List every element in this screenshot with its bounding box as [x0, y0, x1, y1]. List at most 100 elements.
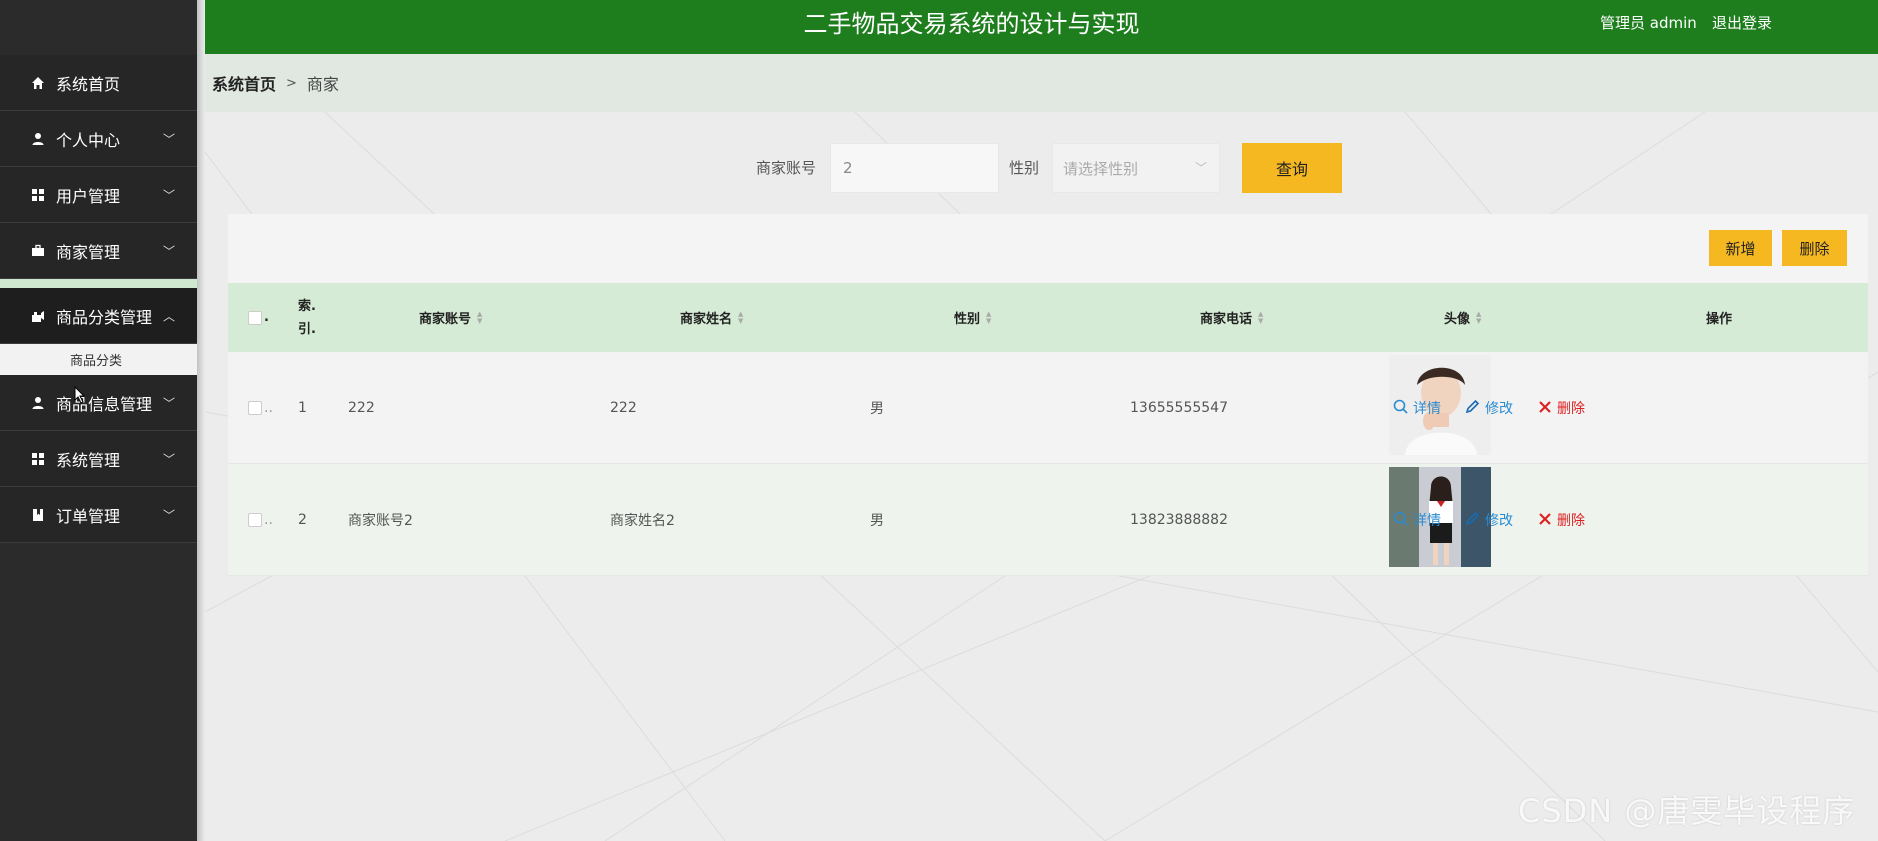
chevron-down-icon: ﹀ [162, 244, 175, 258]
table-row: .. 1 222 222 男 13655555547 详情 修改 删除 [228, 352, 1868, 464]
col-avatar-label: 头像 [1444, 312, 1471, 327]
chevron-down-icon: ﹀ [1194, 161, 1207, 175]
table-header: . 索. 引. 商家账号 ▲ ▼ 商家姓名 ▲ ▼ 性别 ▲ ▼ 商家电话 ▲ ▼ 头像… [228, 283, 1868, 352]
cell-index: 2 [298, 512, 307, 528]
cell-gender: 男 [870, 513, 884, 529]
delete-label: 删除 [1557, 401, 1585, 417]
briefcase-icon [30, 243, 46, 259]
cell-name: 商家姓名2 [610, 513, 675, 529]
edit-button[interactable]: 修改 [1465, 352, 1513, 464]
col-gender[interactable]: 性别 ▲ ▼ [954, 283, 991, 352]
query-button[interactable]: 查询 [1242, 143, 1342, 193]
current-user: 管理员 admin [1600, 14, 1697, 32]
close-icon [1538, 399, 1552, 418]
breadcrumb-separator: > [286, 75, 297, 91]
sidebar-logo-area [0, 0, 197, 55]
row-checkbox[interactable]: .. [248, 464, 273, 576]
sidebar-shadow [197, 0, 205, 841]
table-row: .. 2 商家账号2 商家姓名2 男 13823888882 详情 修改 删除 [228, 464, 1868, 576]
col-phone[interactable]: 商家电话 ▲ ▼ [1200, 283, 1263, 352]
chevron-down-icon: ﹀ [162, 396, 175, 410]
menu-divider [0, 279, 197, 288]
gender-placeholder: 请选择性别 [1063, 159, 1139, 178]
mouse-cursor-icon [74, 385, 86, 408]
sidebar-item-category-management[interactable]: 商品分类管理 ︿ [0, 288, 197, 344]
sidebar-item-system[interactable]: 系统管理 ﹀ [0, 431, 197, 487]
col-phone-label: 商家电话 [1200, 312, 1253, 327]
col-gender-label: 性别 [954, 312, 981, 327]
close-icon [1538, 511, 1552, 530]
watermark: CSDN @唐雯毕设程序 [1518, 792, 1856, 830]
account-input[interactable]: 2 [830, 143, 999, 193]
breadcrumb-home[interactable]: 系统首页 [212, 71, 276, 95]
search-icon [1393, 399, 1408, 418]
detail-button[interactable]: 详情 [1393, 464, 1441, 576]
cell-name: 222 [610, 400, 637, 416]
delete-button[interactable]: 删除 [1538, 464, 1585, 576]
col-account-label: 商家账号 [419, 312, 472, 327]
col-account[interactable]: 商家账号 ▲ ▼ [419, 283, 482, 352]
sidebar-item-merchants[interactable]: 商家管理 ﹀ [0, 223, 197, 279]
sort-icon: ▲ ▼ [986, 309, 992, 325]
detail-label: 详情 [1413, 401, 1441, 417]
cell-phone: 13655555547 [1130, 400, 1228, 416]
chevron-up-icon: ︿ [162, 309, 175, 323]
breadcrumb-current: 商家 [306, 75, 339, 94]
search-form: 商家账号 2 性别 请选择性别 ﹀ 查询 [0, 143, 1878, 193]
edit-button[interactable]: 修改 [1465, 464, 1513, 576]
sort-icon: ▲ ▼ [477, 309, 483, 325]
user-icon [30, 395, 46, 411]
edit-label: 修改 [1485, 513, 1513, 529]
grid-icon [30, 451, 46, 467]
search-icon [1393, 511, 1408, 530]
col-actions: 操作 [1706, 312, 1733, 327]
bulk-delete-button[interactable]: 删除 [1782, 230, 1847, 266]
sort-icon: ▲ ▼ [1476, 309, 1482, 325]
add-button[interactable]: 新增 [1709, 230, 1772, 266]
top-header: 二手物品交易系统的设计与实现 管理员 admin 退出登录 [205, 0, 1878, 54]
sidebar-item-label: 系统首页 [56, 74, 121, 94]
delete-label: 删除 [1557, 513, 1585, 529]
submenu-item-category[interactable]: 商品分类 [0, 344, 197, 375]
cell-phone: 13823888882 [1130, 512, 1228, 528]
sidebar: 系统首页 个人中心 ﹀ 用户管理 ﹀ 商家管理 ﹀ 商品分类管理 ︿ 商品分类 [0, 0, 197, 841]
cell-index: 1 [298, 400, 307, 416]
chevron-down-icon: ﹀ [162, 508, 175, 522]
chevron-down-icon: ﹀ [162, 452, 175, 466]
sidebar-item-label: 商品分类管理 [56, 307, 153, 327]
category-icon [30, 308, 46, 324]
col-name[interactable]: 商家姓名 ▲ ▼ [680, 283, 743, 352]
row-checkbox[interactable]: .. [248, 352, 273, 464]
sidebar-item-home[interactable]: 系统首页 [0, 55, 197, 111]
cell-account: 商家账号2 [348, 513, 413, 529]
col-index: 索. 引. [298, 298, 316, 337]
sidebar-item-label: 订单管理 [56, 506, 121, 526]
col-avatar[interactable]: 头像 ▲ ▼ [1444, 283, 1481, 352]
sort-icon: ▲ ▼ [1258, 309, 1264, 325]
pencil-icon [1465, 511, 1480, 530]
sidebar-item-label: 商家管理 [56, 242, 121, 262]
sidebar-item-orders[interactable]: 订单管理 ﹀ [0, 487, 197, 543]
select-all-checkbox[interactable]: . [248, 283, 269, 352]
bookmark-icon [30, 507, 46, 523]
pencil-icon [1465, 399, 1480, 418]
sort-icon: ▲ ▼ [738, 309, 744, 325]
delete-button[interactable]: 删除 [1538, 352, 1585, 464]
cell-gender: 男 [870, 401, 884, 417]
col-name-label: 商家姓名 [680, 312, 733, 327]
detail-button[interactable]: 详情 [1393, 352, 1441, 464]
edit-label: 修改 [1485, 401, 1513, 417]
table-panel: 新增 删除 . 索. 引. 商家账号 ▲ ▼ 商家姓名 ▲ ▼ 性别 ▲ ▼ 商家电话… [228, 214, 1868, 576]
sidebar-item-label: 系统管理 [56, 450, 121, 470]
logout-link[interactable]: 退出登录 [1712, 12, 1772, 33]
sidebar-item-label: 商品信息管理 [56, 394, 153, 414]
gender-select[interactable]: 请选择性别 ﹀ [1052, 143, 1220, 193]
home-icon [30, 75, 46, 91]
submenu-item-label: 商品分类 [70, 354, 123, 369]
sidebar-item-product-info[interactable]: 商品信息管理 ﹀ [0, 375, 197, 431]
account-label: 商家账号 [756, 159, 817, 177]
breadcrumb: 系统首页 > 商家 [205, 54, 1878, 112]
detail-label: 详情 [1413, 513, 1441, 529]
gender-label: 性别 [1009, 159, 1040, 177]
cell-account: 222 [348, 400, 375, 416]
